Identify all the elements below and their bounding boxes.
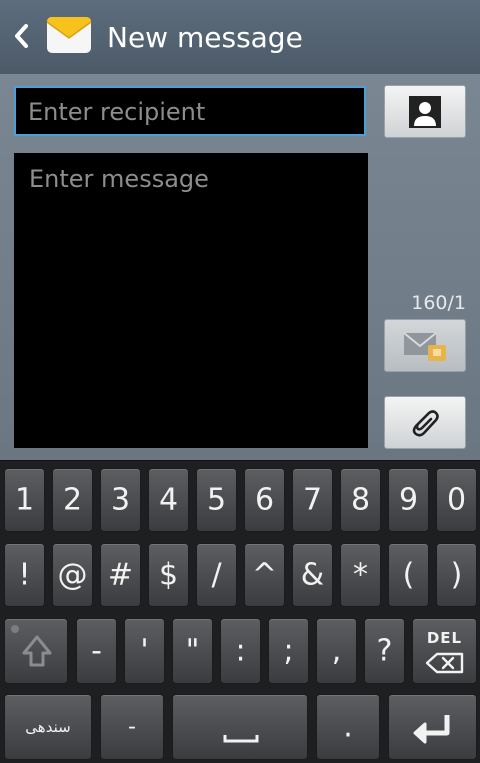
key-5[interactable]: 5 — [196, 468, 237, 532]
delete-key[interactable]: DEL — [412, 618, 477, 684]
key-semicolon[interactable]: ; — [268, 618, 309, 684]
space-bar-icon — [223, 735, 259, 743]
key-slash[interactable]: / — [196, 543, 237, 607]
key-close-paren[interactable]: ) — [436, 543, 477, 607]
key-ampersand[interactable]: & — [292, 543, 333, 607]
key-question[interactable]: ? — [364, 618, 405, 684]
key-colon[interactable]: : — [220, 618, 261, 684]
key-hash[interactable]: # — [100, 543, 141, 607]
contacts-button[interactable] — [384, 85, 466, 138]
key-0[interactable]: 0 — [436, 468, 477, 532]
key-quote[interactable]: " — [172, 618, 213, 684]
message-input[interactable]: Enter message — [14, 153, 368, 448]
back-chevron-icon[interactable] — [10, 22, 32, 50]
envelope-icon[interactable] — [46, 12, 92, 58]
delete-label: DEL — [426, 629, 463, 647]
key-period[interactable]: . — [316, 694, 380, 760]
key-caret[interactable]: ^ — [244, 543, 285, 607]
page-title: New message — [107, 21, 303, 54]
recipient-input[interactable]: Enter recipient — [14, 86, 366, 136]
action-bar: New message — [0, 0, 480, 75]
shift-arrow-icon — [11, 625, 52, 667]
key-dash[interactable]: - — [76, 618, 117, 684]
key-apostrophe[interactable]: ' — [124, 618, 165, 684]
compose-area: Enter recipient Enter message 160/1 — [0, 74, 480, 460]
key-4[interactable]: 4 — [148, 468, 189, 532]
character-counter: 160/1 — [411, 292, 466, 314]
enter-icon — [413, 715, 450, 744]
key-3[interactable]: 3 — [100, 468, 141, 532]
enter-key[interactable] — [388, 694, 477, 760]
backspace-icon — [425, 652, 464, 674]
paperclip-icon — [412, 409, 439, 437]
send-button[interactable] — [384, 319, 466, 372]
key-1[interactable]: 1 — [4, 468, 45, 532]
key-asterisk[interactable]: * — [340, 543, 381, 607]
contact-person-icon — [409, 95, 441, 128]
send-message-icon — [403, 331, 446, 361]
shift-key[interactable] — [4, 618, 68, 684]
keyboard: 1 2 3 4 5 6 7 8 9 0 ! @ # $ / ^ & * ( ) … — [0, 460, 480, 763]
key-dollar[interactable]: $ — [148, 543, 189, 607]
key-exclamation[interactable]: ! — [4, 543, 45, 607]
key-2[interactable]: 2 — [52, 468, 93, 532]
key-at[interactable]: @ — [52, 543, 93, 607]
space-key[interactable] — [172, 694, 308, 760]
key-dash-bottom[interactable]: - — [100, 694, 164, 760]
attach-button[interactable] — [384, 396, 466, 449]
key-open-paren[interactable]: ( — [388, 543, 429, 607]
key-6[interactable]: 6 — [244, 468, 285, 532]
key-8[interactable]: 8 — [340, 468, 381, 532]
key-7[interactable]: 7 — [292, 468, 333, 532]
key-comma[interactable]: , — [316, 618, 357, 684]
key-9[interactable]: 9 — [388, 468, 429, 532]
language-key[interactable]: سندهی — [4, 694, 92, 760]
